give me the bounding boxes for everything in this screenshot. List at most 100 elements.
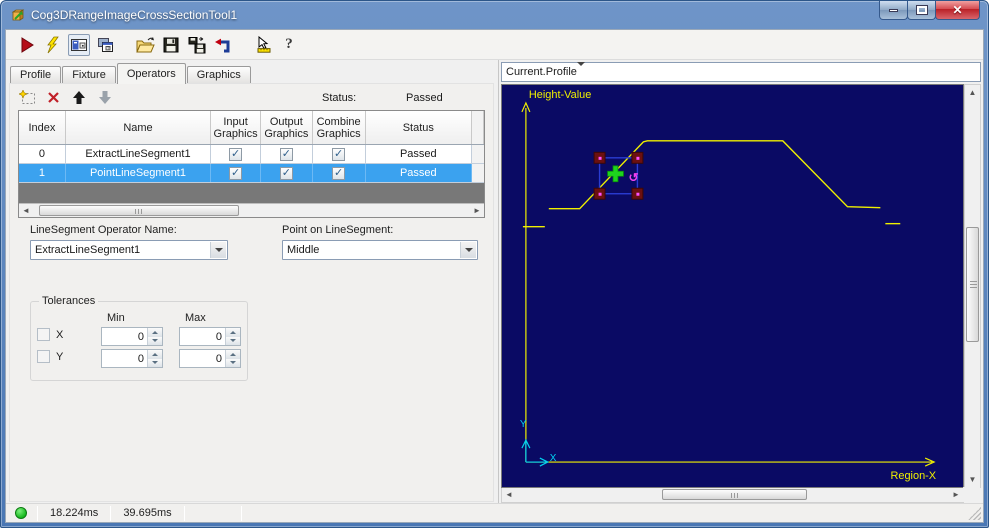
scroll-left-icon[interactable]: ◄ <box>502 488 516 501</box>
scroll-left-icon[interactable]: ◄ <box>19 204 33 217</box>
origin-marker-icon <box>521 438 550 467</box>
output-graphics-checkbox[interactable]: ✓ <box>279 166 293 180</box>
status-label: Status: <box>322 92 357 104</box>
resize-grip[interactable] <box>968 507 981 520</box>
tolerance-y-min-spinner[interactable]: 0 <box>101 349 163 368</box>
run-continuous-icon[interactable] <box>42 34 64 56</box>
run-icon[interactable] <box>16 34 38 56</box>
tolerance-y-label: Y <box>56 350 64 363</box>
origin-y-label: Y <box>520 419 527 430</box>
header-index[interactable]: Index <box>19 111 66 144</box>
hscroll-thumb[interactable] <box>662 489 807 500</box>
scroll-right-icon[interactable]: ► <box>949 488 963 501</box>
run-status-indicator <box>15 507 27 519</box>
rotate-handle-icon[interactable]: ↺ <box>628 171 638 185</box>
operators-tab-page: Status: Passed Index Name Input Graphics… <box>9 83 494 502</box>
profile-vscrollbar[interactable]: ▲ ▼ <box>964 84 981 488</box>
total-time: 39.695ms <box>123 507 172 519</box>
output-graphics-checkbox[interactable]: ✓ <box>279 147 293 161</box>
tab-fixture[interactable]: Fixture <box>62 66 116 84</box>
close-icon: ✕ <box>952 3 963 17</box>
tab-operators[interactable]: Operators <box>116 63 186 84</box>
spin-up-icon[interactable] <box>226 328 240 337</box>
move-down-icon[interactable] <box>96 89 114 105</box>
close-button[interactable]: ✕ <box>935 1 980 20</box>
open-file-icon[interactable] <box>134 34 156 56</box>
x-axis-label: Region-X <box>890 470 936 482</box>
combine-graphics-checkbox[interactable]: ✓ <box>332 147 346 161</box>
y-axis-label: Height-Value <box>529 89 591 101</box>
operators-panel: Profile Fixture Operators Graphics Statu… <box>6 60 498 503</box>
add-operator-icon[interactable] <box>18 89 36 105</box>
execution-time: 18.224ms <box>50 507 99 519</box>
maximize-button[interactable] <box>907 1 936 20</box>
hscroll-thumb[interactable] <box>39 205 239 216</box>
linesegment-selection-box[interactable]: ↺ <box>593 151 644 200</box>
spin-up-icon[interactable] <box>148 328 162 337</box>
pointer-measure-icon[interactable] <box>252 34 274 56</box>
operators-table: Index Name Input Graphics Output Graphic… <box>18 110 485 218</box>
tolerance-x-max-spinner[interactable]: 0 <box>179 327 241 346</box>
spin-down-icon[interactable] <box>226 336 240 345</box>
minimize-button[interactable] <box>879 1 908 20</box>
profile-polyline <box>522 140 901 228</box>
linesegment-operator-label: LineSegment Operator Name: <box>30 224 177 236</box>
tolerance-y-max-spinner[interactable]: 0 <box>179 349 241 368</box>
tab-profile[interactable]: Profile <box>10 66 62 84</box>
maximize-icon <box>915 5 928 15</box>
header-status[interactable]: Status <box>366 111 473 144</box>
header-input-graphics[interactable]: Input Graphics <box>211 111 261 144</box>
table-row[interactable]: 0 ExtractLineSegment1 ✓ ✓ ✓ Passed <box>19 145 485 164</box>
tab-graphics[interactable]: Graphics <box>186 66 251 84</box>
tolerance-x-min-spinner[interactable]: 0 <box>101 327 163 346</box>
chevron-down-icon <box>576 62 585 78</box>
table-hscrollbar[interactable]: ◄ ► <box>19 203 484 217</box>
status-bar: 18.224ms 39.695ms <box>6 503 983 522</box>
combine-graphics-checkbox[interactable]: ✓ <box>332 166 346 180</box>
show-electrode-toggle-icon[interactable] <box>68 33 90 56</box>
header-output-graphics[interactable]: Output Graphics <box>261 111 313 144</box>
tolerances-group: Tolerances Min Max X 0 0 Y 0 0 <box>30 295 248 381</box>
vscroll-thumb[interactable] <box>966 227 979 342</box>
chevron-down-icon <box>464 248 473 252</box>
window-title: Cog3DRangeImageCrossSectionTool1 <box>31 8 238 22</box>
title-bar[interactable]: Cog3DRangeImageCrossSectionTool1 ✕ <box>1 1 988 29</box>
table-header-row: Index Name Input Graphics Output Graphic… <box>19 111 485 145</box>
scroll-right-icon[interactable]: ► <box>470 204 484 217</box>
chevron-down-icon <box>214 248 223 252</box>
scroll-up-icon[interactable]: ▲ <box>965 85 980 100</box>
save-icon[interactable] <box>160 34 182 56</box>
origin-x-label: X <box>550 453 557 464</box>
profile-hscrollbar[interactable]: ◄ ► <box>501 487 980 503</box>
spin-up-icon[interactable] <box>148 350 162 359</box>
spin-up-icon[interactable] <box>226 350 240 359</box>
scroll-down-icon[interactable]: ▼ <box>965 472 980 487</box>
spin-down-icon[interactable] <box>148 336 162 345</box>
minimize-icon <box>889 8 898 12</box>
point-on-linesegment-label: Point on LineSegment: <box>282 224 394 236</box>
delete-operator-icon[interactable] <box>44 89 62 105</box>
profile-plot[interactable]: Height-Value Region-X X Y ↺ <box>501 84 964 488</box>
header-name[interactable]: Name <box>66 111 212 144</box>
reset-icon[interactable] <box>212 34 234 56</box>
move-up-icon[interactable] <box>70 89 88 105</box>
header-combine-graphics[interactable]: Combine Graphics <box>313 111 366 144</box>
input-graphics-checkbox[interactable]: ✓ <box>229 147 243 161</box>
tolerance-x-label: X <box>56 328 64 341</box>
spin-down-icon[interactable] <box>226 358 240 367</box>
float-window-icon[interactable]: ? <box>94 34 116 56</box>
table-row-selected[interactable]: 1 PointLineSegment1 ✓ ✓ ✓ Passed <box>19 164 485 183</box>
point-on-linesegment-combobox[interactable]: Middle <box>282 240 478 260</box>
plot-axes <box>521 101 936 467</box>
center-cross-handle[interactable] <box>607 165 624 183</box>
save-image-icon[interactable] <box>186 34 208 56</box>
tolerance-x-checkbox[interactable] <box>37 328 50 341</box>
input-graphics-checkbox[interactable]: ✓ <box>229 166 243 180</box>
tolerance-y-checkbox[interactable] <box>37 350 50 363</box>
max-column-label: Max <box>185 312 206 324</box>
min-column-label: Min <box>107 312 125 324</box>
help-icon[interactable]: ? <box>278 34 300 56</box>
record-selector-combobox[interactable]: Current.Profile <box>501 62 981 82</box>
spin-down-icon[interactable] <box>148 358 162 367</box>
linesegment-operator-combobox[interactable]: ExtractLineSegment1 <box>30 240 228 260</box>
